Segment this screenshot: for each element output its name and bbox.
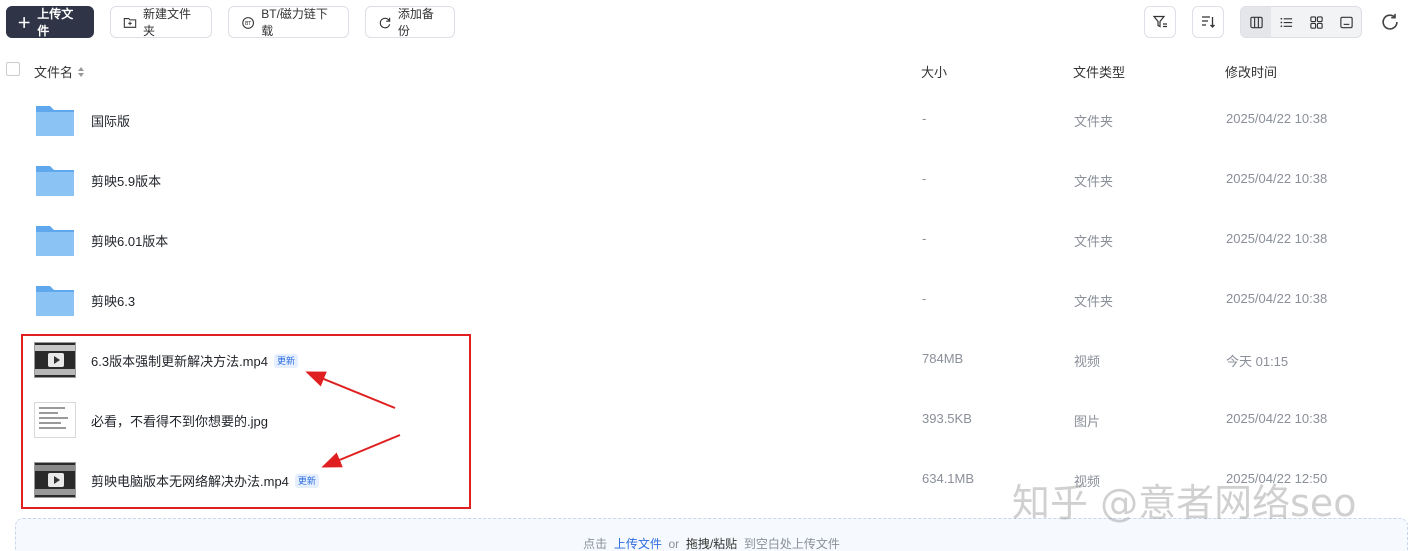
column-modified-header[interactable]: 修改时间 bbox=[1225, 62, 1277, 81]
file-type: 文件夹 bbox=[1074, 234, 1114, 249]
dropzone-or: or bbox=[668, 537, 680, 551]
dropzone-upload-link[interactable]: 上传文件 bbox=[614, 537, 662, 551]
filter-button[interactable] bbox=[1144, 6, 1176, 38]
table-row[interactable]: 剪映5.9版本 - 文件夹 2025/04/22 10:38 bbox=[0, 150, 1420, 210]
file-name: 国际版 bbox=[91, 114, 131, 129]
file-table-header: 文件名 大小 文件类型 修改时间 bbox=[0, 58, 1420, 82]
file-type: 图片 bbox=[1074, 414, 1101, 429]
file-modified: 2025/04/22 10:38 bbox=[1226, 111, 1328, 126]
svg-text:BT: BT bbox=[245, 21, 251, 27]
plus-icon bbox=[18, 16, 30, 28]
sort-button[interactable] bbox=[1192, 6, 1224, 38]
file-type: 文件夹 bbox=[1074, 114, 1114, 129]
list-icon bbox=[1280, 17, 1292, 27]
highlight-box bbox=[21, 334, 471, 509]
file-modified: 2025/04/22 10:38 bbox=[1226, 411, 1328, 426]
bt-icon: BT bbox=[242, 16, 255, 29]
file-modified: 2025/04/22 10:38 bbox=[1226, 231, 1328, 246]
dropzone-text: 点击 上传文件 or 拖拽/粘贴 到空白处上传文件 bbox=[16, 535, 1407, 551]
view-mode-switch bbox=[1240, 6, 1362, 38]
bt-download-label: BT/磁力链下载 bbox=[261, 7, 328, 38]
column-name-label: 文件名 bbox=[34, 65, 74, 80]
file-size: 393.5KB bbox=[922, 411, 972, 426]
column-type-header[interactable]: 文件类型 bbox=[1073, 62, 1125, 81]
file-modified: 2025/04/22 10:38 bbox=[1226, 291, 1328, 306]
folder-plus-icon bbox=[123, 17, 137, 28]
file-size: - bbox=[922, 291, 927, 306]
add-backup-label: 添加备份 bbox=[397, 7, 434, 38]
bt-download-button[interactable]: BT BT/磁力链下载 bbox=[228, 6, 349, 38]
dropzone-paste: 拖拽/粘贴 bbox=[685, 537, 738, 551]
table-row[interactable]: 剪映6.01版本 - 文件夹 2025/04/22 10:38 bbox=[0, 210, 1420, 270]
watermark: 知乎 @意者网络seo bbox=[1012, 481, 1357, 525]
dropzone-suffix: 到空白处上传文件 bbox=[743, 537, 840, 551]
upload-button-label: 上传文件 bbox=[37, 7, 74, 38]
file-type: 文件夹 bbox=[1074, 294, 1114, 309]
sync-icon bbox=[379, 17, 391, 28]
folder-icon bbox=[36, 226, 74, 256]
view-preview-button[interactable] bbox=[1331, 7, 1361, 37]
view-list-button[interactable] bbox=[1271, 7, 1301, 37]
select-all-checkbox[interactable] bbox=[6, 62, 20, 76]
file-size: 634.1MB bbox=[922, 471, 975, 486]
file-name: 剪映5.9版本 bbox=[91, 174, 162, 189]
file-size: - bbox=[922, 171, 927, 186]
file-size: - bbox=[922, 111, 927, 126]
upload-button[interactable]: 上传文件 bbox=[6, 6, 94, 38]
file-name: 剪映6.3 bbox=[91, 294, 136, 309]
grid-icon bbox=[1309, 15, 1323, 29]
table-row[interactable]: 国际版 - 文件夹 2025/04/22 10:38 bbox=[0, 90, 1420, 150]
view-grid-button[interactable] bbox=[1301, 7, 1331, 37]
file-modified: 今天 01:15 bbox=[1226, 354, 1289, 369]
sort-arrows-icon bbox=[78, 66, 85, 77]
refresh-icon[interactable] bbox=[1380, 12, 1400, 32]
folder-icon bbox=[36, 166, 74, 196]
file-size: - bbox=[922, 231, 927, 246]
column-size-header[interactable]: 大小 bbox=[921, 62, 947, 81]
add-backup-button[interactable]: 添加备份 bbox=[365, 6, 455, 38]
dropzone-prefix: 点击 bbox=[583, 537, 608, 551]
filter-icon bbox=[1152, 15, 1167, 28]
toolbar: 上传文件 新建文件夹 BT BT/磁力链下载 添加备份 bbox=[6, 6, 1410, 38]
file-modified: 2025/04/22 10:38 bbox=[1226, 171, 1328, 186]
file-type: 文件夹 bbox=[1074, 174, 1114, 189]
new-folder-button[interactable]: 新建文件夹 bbox=[110, 6, 212, 38]
columns-icon bbox=[1249, 16, 1263, 28]
column-name-header[interactable]: 文件名 bbox=[34, 62, 85, 81]
view-columns-button[interactable] bbox=[1241, 7, 1271, 37]
new-folder-label: 新建文件夹 bbox=[143, 7, 192, 38]
folder-icon bbox=[36, 106, 74, 136]
file-name: 剪映6.01版本 bbox=[91, 234, 169, 249]
folder-icon bbox=[36, 286, 74, 316]
table-row[interactable]: 剪映6.3 - 文件夹 2025/04/22 10:38 bbox=[0, 270, 1420, 330]
sort-icon bbox=[1202, 16, 1215, 28]
file-type: 视频 bbox=[1074, 354, 1101, 369]
file-size: 784MB bbox=[922, 351, 964, 366]
preview-icon bbox=[1339, 16, 1353, 28]
